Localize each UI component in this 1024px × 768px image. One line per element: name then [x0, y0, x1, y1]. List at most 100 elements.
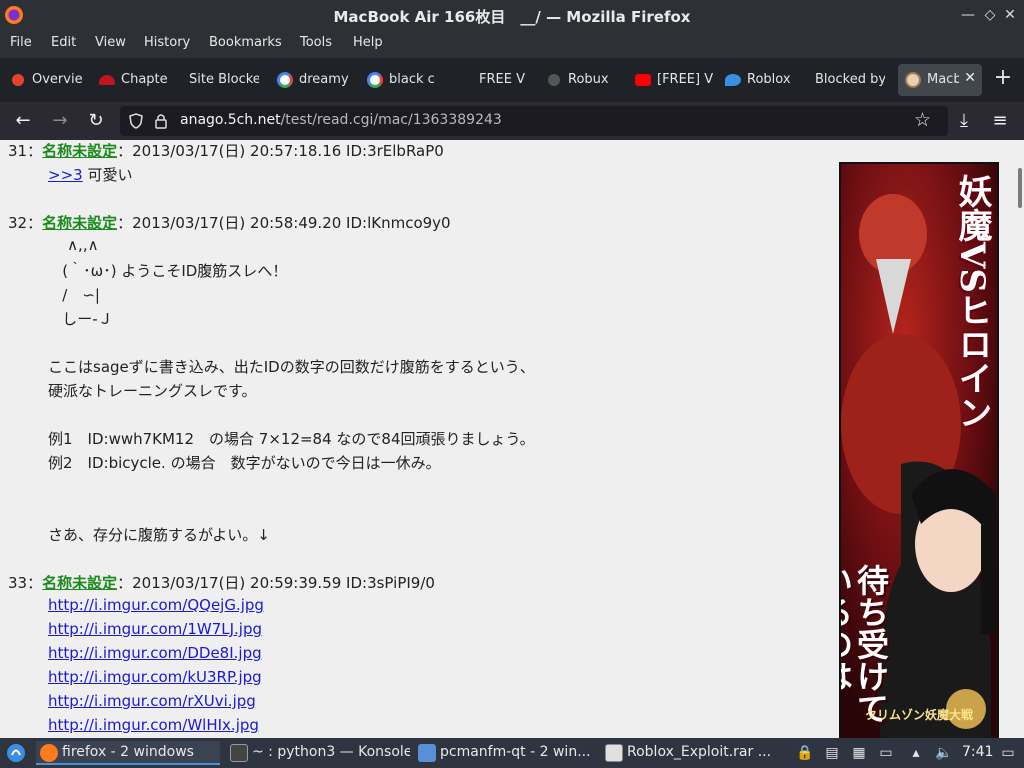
page-scrollbar[interactable]	[1010, 140, 1024, 738]
post-body-line: / ∽|	[48, 286, 100, 304]
task-archive[interactable]: Roblox_Exploit.rar ...	[601, 741, 781, 765]
image-link[interactable]: http://i.imgur.com/1W7LJ.jpg	[48, 620, 262, 638]
tab-overview[interactable]: Overvie	[10, 64, 90, 96]
ad-banner[interactable]: 妖魔VSヒロイン 待ち受けているのは… クリムゾン妖魔大戦	[839, 162, 999, 738]
image-link[interactable]: http://i.imgur.com/rXUvi.jpg	[48, 692, 256, 710]
post-number: 32	[8, 214, 28, 232]
tab-dreamy[interactable]: dreamy	[277, 64, 357, 96]
tab-label: FREE V	[479, 72, 525, 87]
tab-label: Macb	[927, 72, 959, 87]
tab-label: Blocked by	[815, 72, 885, 87]
tab-black[interactable]: black c	[367, 64, 447, 96]
menu-history[interactable]: History	[144, 35, 190, 50]
tab-label: Overvie	[32, 72, 83, 87]
tab-blocked-by[interactable]: Blocked by	[793, 64, 888, 96]
menu-file[interactable]: File	[10, 35, 32, 50]
menu-bookmarks[interactable]: Bookmarks	[209, 35, 282, 50]
image-link[interactable]: http://i.imgur.com/WlHIx.jpg	[48, 716, 259, 734]
poster-name[interactable]: 名称未設定	[42, 574, 117, 592]
archive-icon	[605, 744, 623, 762]
post-body-line: しー-Ｊ	[48, 310, 113, 328]
tab-label: [FREE] V	[657, 72, 714, 87]
menu-bar: File Edit View History Bookmarks Tools H…	[0, 30, 1024, 58]
post-sep: ：	[27, 574, 43, 592]
tab-label: Robux	[568, 72, 609, 87]
5ch-icon	[905, 72, 921, 88]
menu-edit[interactable]: Edit	[51, 35, 76, 50]
post-meta: ：2013/03/17(日) 20:57:18.16 ID:3rElbRaP0	[117, 142, 444, 160]
menu-tools[interactable]: Tools	[300, 35, 332, 50]
taskbar: firefox - 2 windows ~ : python3 — Konsol…	[0, 738, 1024, 768]
tab-label: dreamy	[299, 72, 349, 87]
window-title: MacBook Air 166枚目 __/ — Mozilla Firefox	[333, 8, 691, 26]
app-launcher-icon[interactable]	[6, 743, 26, 763]
task-pcmanfm[interactable]: pcmanfm-qt - 2 win...	[414, 741, 604, 765]
gear-icon	[548, 74, 560, 86]
clock: 7:41	[962, 744, 994, 760]
restore-button[interactable]: ◇	[980, 5, 1000, 25]
post-meta: ：2013/03/17(日) 20:59:39.59 ID:3sPiPI9/0	[117, 574, 435, 592]
menu-help[interactable]: Help	[353, 35, 383, 50]
poster-name[interactable]: 名称未設定	[42, 214, 117, 232]
poster-name[interactable]: 名称未設定	[42, 142, 117, 160]
volume-icon[interactable]: 🔈	[934, 743, 954, 763]
tab-free-video[interactable]: [FREE] V	[635, 64, 715, 96]
reply-anchor-link[interactable]: >>3	[48, 166, 83, 184]
image-link-row: http://i.imgur.com/1W7LJ.jpg	[48, 620, 262, 638]
url-bar[interactable]: anago.5ch.net/test/read.cgi/mac/13633892…	[120, 106, 948, 136]
nav-bar: ← → ↻ anago.5ch.net/test/read.cgi/mac/13…	[0, 102, 1024, 140]
hamburger-menu-icon[interactable]: ≡	[989, 110, 1011, 132]
close-window-button[interactable]: ✕	[1000, 5, 1020, 25]
post-number: 33	[8, 574, 28, 592]
bird-icon	[725, 74, 741, 86]
post-body-line: 硬派なトレーニングスレです。	[48, 382, 257, 400]
forward-icon[interactable]: →	[49, 110, 71, 132]
image-link-row: http://i.imgur.com/QQejG.jpg	[48, 596, 264, 614]
tab-free-v[interactable]: FREE V	[457, 64, 537, 96]
network-icon[interactable]: ▦	[849, 743, 869, 763]
downloads-icon[interactable]: ⤓	[953, 110, 975, 132]
tab-macbook-active[interactable]: Macb ✕	[898, 64, 982, 96]
post-body-31: >>3 可愛い	[48, 164, 132, 185]
post-body-line: ここはsageずに書き込み、出たIDの数字の回数だけ腹筋をするという、	[48, 358, 535, 376]
minimize-button[interactable]: —	[958, 5, 978, 25]
post-header-31: 31：名称未設定：2013/03/17(日) 20:57:18.16 ID:3r…	[8, 140, 444, 161]
bookmark-star-icon[interactable]: ☆	[914, 109, 931, 131]
post-meta: ：2013/03/17(日) 20:58:49.20 ID:lKnmco9y0	[117, 214, 451, 232]
youtube-icon	[635, 74, 651, 86]
menu-view[interactable]: View	[95, 35, 126, 50]
device-icon[interactable]: ▭	[876, 743, 896, 763]
tab-label: black c	[389, 72, 435, 87]
task-label: ~ : python3 — Konsole	[252, 744, 410, 760]
task-konsole[interactable]: ~ : python3 — Konsole	[226, 741, 410, 765]
red-hat-icon	[99, 75, 115, 85]
tab-robux[interactable]: Robux	[546, 64, 626, 96]
close-tab-icon[interactable]: ✕	[964, 70, 976, 86]
post-header-32: 32：名称未設定：2013/03/17(日) 20:58:49.20 ID:lK…	[8, 212, 451, 233]
post-sep: ：	[27, 142, 43, 160]
back-icon[interactable]: ←	[12, 110, 34, 132]
url-host: anago.5ch.net	[180, 112, 281, 128]
reload-icon[interactable]: ↻	[85, 110, 107, 132]
new-tab-button[interactable]: +	[988, 64, 1018, 94]
show-desktop-icon[interactable]: ▭	[998, 743, 1018, 763]
clipboard-icon[interactable]: ▤	[822, 743, 842, 763]
tab-site-blocked[interactable]: Site Blocke	[167, 64, 262, 96]
ad-headline: 妖魔VSヒロイン	[952, 174, 992, 429]
lock-icon[interactable]: 🔒	[795, 743, 815, 763]
task-label: Roblox_Exploit.rar ...	[627, 744, 772, 760]
lock-icon[interactable]	[154, 113, 168, 129]
image-link-row: http://i.imgur.com/WlHIx.jpg	[48, 716, 259, 734]
task-firefox[interactable]: firefox - 2 windows	[36, 741, 220, 765]
image-link[interactable]: http://i.imgur.com/kU3RP.jpg	[48, 668, 262, 686]
image-link[interactable]: http://i.imgur.com/DDe8I.jpg	[48, 644, 262, 662]
updates-icon[interactable]: ▴	[906, 743, 926, 763]
post-body-line: 例2 ID:bicycle. の場合 数字がないので今日は一休み。	[48, 454, 441, 472]
firefox-window: MacBook Air 166枚目 __/ — Mozilla Firefox …	[0, 0, 1024, 738]
scrollbar-thumb[interactable]	[1018, 168, 1022, 208]
firefox-icon	[40, 744, 58, 762]
post-body-line: 例1 ID:wwh7KM12 の場合 7×12=84 なので84回頑張りましょう…	[48, 430, 535, 448]
image-link[interactable]: http://i.imgur.com/QQejG.jpg	[48, 596, 264, 614]
image-link-row: http://i.imgur.com/DDe8I.jpg	[48, 644, 262, 662]
shield-icon[interactable]	[128, 113, 144, 129]
